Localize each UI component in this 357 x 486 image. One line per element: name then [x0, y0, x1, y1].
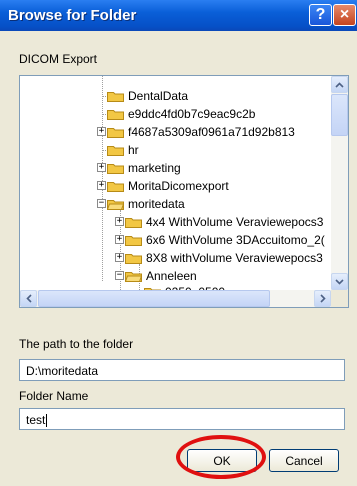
chevron-right-icon	[319, 294, 326, 303]
folder-icon	[125, 252, 142, 264]
text-caret	[46, 414, 48, 428]
scroll-left-button[interactable]	[20, 290, 37, 307]
browse-for-folder-dialog: Browse for Folder ? × DICOM Export Denta…	[0, 0, 357, 486]
ok-button-label: OK	[213, 453, 231, 468]
cancel-button-label: Cancel	[285, 453, 323, 468]
tree-item-4x4[interactable]: + 4x4 WithVolume Veraviewepocs3	[115, 213, 324, 231]
ok-button[interactable]: OK	[187, 449, 257, 472]
tree-item-label: 6x6 WithVolume 3DAccuitomo_2(	[146, 233, 325, 247]
folder-icon	[107, 162, 124, 174]
tree-item-dentaldata[interactable]: DentalData	[102, 87, 189, 105]
dialog-description: DICOM Export	[19, 52, 98, 66]
chevron-left-icon	[25, 294, 32, 303]
path-field[interactable]: D:\moritedata	[19, 359, 345, 381]
tree-item-label: marketing	[128, 161, 181, 175]
chevron-up-icon	[335, 81, 344, 88]
folder-icon	[107, 90, 124, 102]
tree-item-hr[interactable]: hr	[102, 141, 139, 159]
folder-icon	[125, 234, 142, 246]
expand-icon[interactable]: +	[97, 181, 106, 190]
scroll-up-button[interactable]	[331, 76, 348, 93]
folder-icon	[107, 108, 124, 120]
tree-item-moritedata[interactable]: − moritedata	[97, 195, 185, 213]
horizontal-scroll-thumb[interactable]	[38, 290, 270, 307]
folder-name-value: test	[26, 413, 46, 427]
window-title: Browse for Folder	[8, 7, 137, 24]
tree-item-label: Anneleen	[146, 269, 197, 283]
help-icon: ?	[315, 6, 326, 23]
expand-icon[interactable]: +	[115, 235, 124, 244]
chevron-down-icon	[335, 278, 344, 285]
expand-icon[interactable]: +	[115, 217, 124, 226]
tree-item-moritadicomexport[interactable]: + MoritaDicomexport	[97, 177, 229, 195]
vertical-scroll-thumb[interactable]	[331, 94, 348, 136]
vertical-scrollbar[interactable]	[331, 76, 348, 290]
folder-icon	[107, 180, 124, 192]
folder-name-field[interactable]: test	[19, 408, 345, 430]
close-button[interactable]: ×	[333, 4, 356, 26]
title-bar[interactable]: Browse for Folder ? ×	[0, 0, 357, 31]
expand-icon[interactable]: +	[115, 253, 124, 262]
scroll-down-button[interactable]	[331, 273, 348, 290]
tree-item-8x8[interactable]: + 8X8 withVolume Veraviewepocs3	[115, 249, 323, 267]
folder-icon	[107, 144, 124, 156]
folder-name-label: Folder Name	[19, 389, 89, 403]
cancel-button[interactable]: Cancel	[269, 449, 339, 472]
collapse-icon[interactable]: −	[97, 199, 106, 208]
open-folder-icon	[107, 198, 124, 210]
tree-item-marketing[interactable]: + marketing	[97, 159, 181, 177]
folder-tree[interactable]: DentalData e9ddc4fd0b7c9eac9c2b + f4687a…	[19, 75, 349, 308]
scroll-corner	[331, 290, 348, 307]
scroll-right-button[interactable]	[314, 290, 331, 307]
expand-icon[interactable]: +	[97, 163, 106, 172]
tree-item-e9ddc4[interactable]: e9ddc4fd0b7c9eac9c2b	[102, 105, 256, 123]
collapse-icon[interactable]: −	[115, 271, 124, 280]
open-folder-icon	[125, 270, 142, 282]
tree-item-6x6[interactable]: + 6x6 WithVolume 3DAccuitomo_2(	[115, 231, 325, 249]
tree-item-f4687a[interactable]: + f4687a5309af0961a71d92b813	[97, 123, 295, 141]
tree-item-label: f4687a5309af0961a71d92b813	[128, 125, 295, 139]
expand-icon[interactable]: +	[97, 127, 106, 136]
tree-item-label: DentalData	[128, 89, 189, 103]
tree-item-label: moritedata	[128, 197, 185, 211]
tree-item-label: 4x4 WithVolume Veraviewepocs3	[146, 215, 324, 229]
folder-icon	[125, 216, 142, 228]
horizontal-scrollbar[interactable]	[20, 290, 331, 307]
tree-item-label: e9ddc4fd0b7c9eac9c2b	[128, 107, 256, 121]
help-button[interactable]: ?	[309, 4, 332, 26]
path-label: The path to the folder	[19, 337, 134, 351]
path-value: D:\moritedata	[26, 364, 99, 378]
tree-item-label: 8X8 withVolume Veraviewepocs3	[146, 251, 323, 265]
folder-icon	[107, 126, 124, 138]
close-icon: ×	[339, 6, 350, 23]
tree-connector-line	[102, 76, 103, 281]
tree-item-label: MoritaDicomexport	[128, 179, 229, 193]
tree-item-label: hr	[128, 143, 139, 157]
